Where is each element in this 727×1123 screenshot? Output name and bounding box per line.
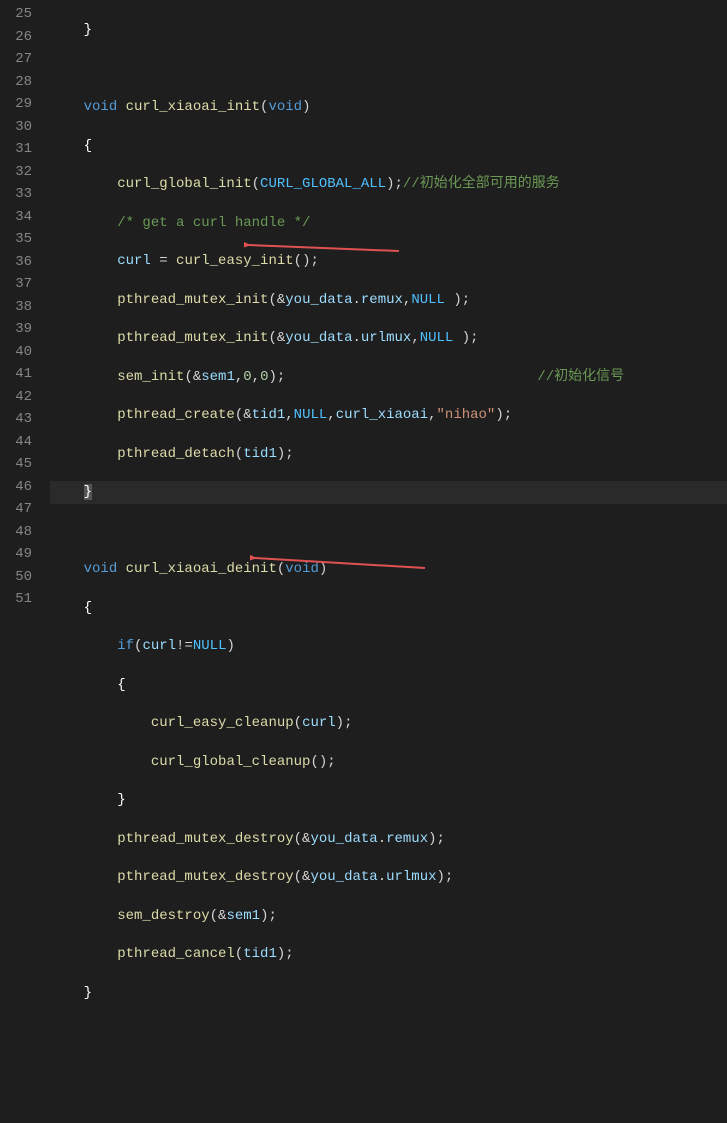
code-area[interactable]: } void curl_xiaoai_init(void) { curl_glo… xyxy=(42,0,727,609)
code-line[interactable]: pthread_mutex_init(&you_data.urlmux,NULL… xyxy=(50,327,727,350)
line-number: 35 xyxy=(0,228,32,251)
code-line-active[interactable]: } xyxy=(50,481,727,504)
code-line[interactable]: pthread_create(&tid1,NULL,curl_xiaoai,"n… xyxy=(50,404,727,427)
code-line[interactable]: { xyxy=(50,597,727,620)
line-number: 40 xyxy=(0,341,32,364)
code-line[interactable]: pthread_cancel(tid1); xyxy=(50,943,727,966)
line-number: 38 xyxy=(0,296,32,319)
line-number: 25 xyxy=(0,3,32,26)
line-number: 36 xyxy=(0,251,32,274)
code-line[interactable]: pthread_mutex_destroy(&you_data.urlmux); xyxy=(50,866,727,889)
code-line[interactable]: if(curl!=NULL) xyxy=(50,635,727,658)
line-number: 49 xyxy=(0,543,32,566)
code-line[interactable]: sem_destroy(&sem1); xyxy=(50,905,727,928)
line-number: 27 xyxy=(0,48,32,71)
code-line[interactable] xyxy=(50,1020,727,1043)
line-number: 39 xyxy=(0,318,32,341)
line-number: 42 xyxy=(0,386,32,409)
code-editor: 25 26 27 28 29 30 31 32 33 34 35 36 37 3… xyxy=(0,0,727,609)
line-number: 26 xyxy=(0,26,32,49)
code-line[interactable]: pthread_detach(tid1); xyxy=(50,443,727,466)
code-line[interactable]: curl_global_init(CURL_GLOBAL_ALL);//初始化全… xyxy=(50,173,727,196)
code-line[interactable]: curl_easy_cleanup(curl); xyxy=(50,712,727,735)
code-line[interactable] xyxy=(50,520,727,543)
line-number: 33 xyxy=(0,183,32,206)
code-line[interactable]: sem_init(&sem1,0,0); //初始化信号 xyxy=(50,366,727,389)
code-line[interactable]: pthread_mutex_destroy(&you_data.remux); xyxy=(50,828,727,851)
line-number: 47 xyxy=(0,498,32,521)
line-number: 43 xyxy=(0,408,32,431)
line-number: 44 xyxy=(0,431,32,454)
code-line[interactable]: { xyxy=(50,674,727,697)
line-number: 45 xyxy=(0,453,32,476)
code-line[interactable]: void curl_xiaoai_init(void) xyxy=(50,96,727,119)
line-number: 41 xyxy=(0,363,32,386)
line-number: 30 xyxy=(0,116,32,139)
line-number: 46 xyxy=(0,476,32,499)
code-line[interactable]: void curl_xiaoai_deinit(void) xyxy=(50,558,727,581)
line-number: 50 xyxy=(0,566,32,589)
code-line[interactable]: } xyxy=(50,982,727,1005)
code-line[interactable]: } xyxy=(50,789,727,812)
line-number: 31 xyxy=(0,138,32,161)
code-line[interactable]: } xyxy=(50,19,727,42)
code-line[interactable]: pthread_mutex_init(&you_data.remux,NULL … xyxy=(50,289,727,312)
line-number: 28 xyxy=(0,71,32,94)
line-number: 29 xyxy=(0,93,32,116)
code-line[interactable]: { xyxy=(50,135,727,158)
code-line[interactable] xyxy=(50,58,727,81)
line-number: 32 xyxy=(0,161,32,184)
line-number: 51 xyxy=(0,588,32,611)
line-number: 48 xyxy=(0,521,32,544)
code-line[interactable]: curl = curl_easy_init(); xyxy=(50,250,727,273)
code-line[interactable]: curl_global_cleanup(); xyxy=(50,751,727,774)
line-number-gutter: 25 26 27 28 29 30 31 32 33 34 35 36 37 3… xyxy=(0,0,42,609)
line-number: 34 xyxy=(0,206,32,229)
line-number: 37 xyxy=(0,273,32,296)
code-line[interactable]: /* get a curl handle */ xyxy=(50,212,727,235)
